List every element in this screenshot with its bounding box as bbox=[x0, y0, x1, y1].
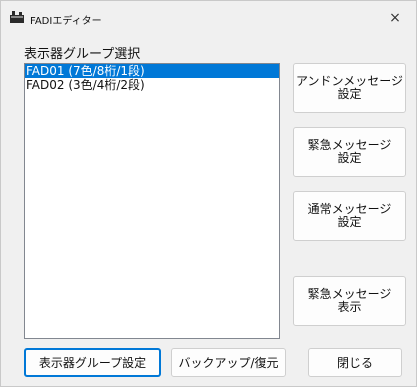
title-bar: FADIエディター × bbox=[1, 1, 416, 35]
list-item-label: FAD01 (7色/8桁/1段) bbox=[26, 64, 145, 78]
close-icon: × bbox=[389, 10, 401, 26]
fad-editor-window: FADIエディター × 表示器グループ選択 FAD01 (7色/8桁/1段) F… bbox=[0, 0, 417, 387]
andon-message-settings-button[interactable]: アンドンメッセージ 設定 bbox=[293, 63, 406, 113]
group-select-label: 表示器グループ選択 bbox=[24, 47, 141, 62]
backup-restore-button[interactable]: バックアップ/復元 bbox=[171, 348, 286, 377]
emergency-message-settings-button[interactable]: 緊急メッセージ 設定 bbox=[293, 127, 406, 177]
list-item-fad02[interactable]: FAD02 (3色/4桁/2段) bbox=[25, 78, 279, 92]
display-group-listbox[interactable]: FAD01 (7色/8桁/1段) FAD02 (3色/4桁/2段) bbox=[24, 63, 280, 339]
list-item-label: FAD02 (3色/4桁/2段) bbox=[26, 78, 145, 92]
display-group-settings-button[interactable]: 表示器グループ設定 bbox=[24, 348, 161, 377]
normal-message-settings-button[interactable]: 通常メッセージ 設定 bbox=[293, 191, 406, 241]
list-item-fad01[interactable]: FAD01 (7色/8桁/1段) bbox=[25, 64, 279, 78]
emergency-message-display-button[interactable]: 緊急メッセージ 表示 bbox=[293, 276, 406, 326]
close-window-button[interactable]: × bbox=[374, 1, 416, 35]
app-icon bbox=[10, 11, 24, 23]
window-title: FADIエディター bbox=[30, 16, 102, 27]
close-button[interactable]: 閉じる bbox=[308, 348, 402, 377]
